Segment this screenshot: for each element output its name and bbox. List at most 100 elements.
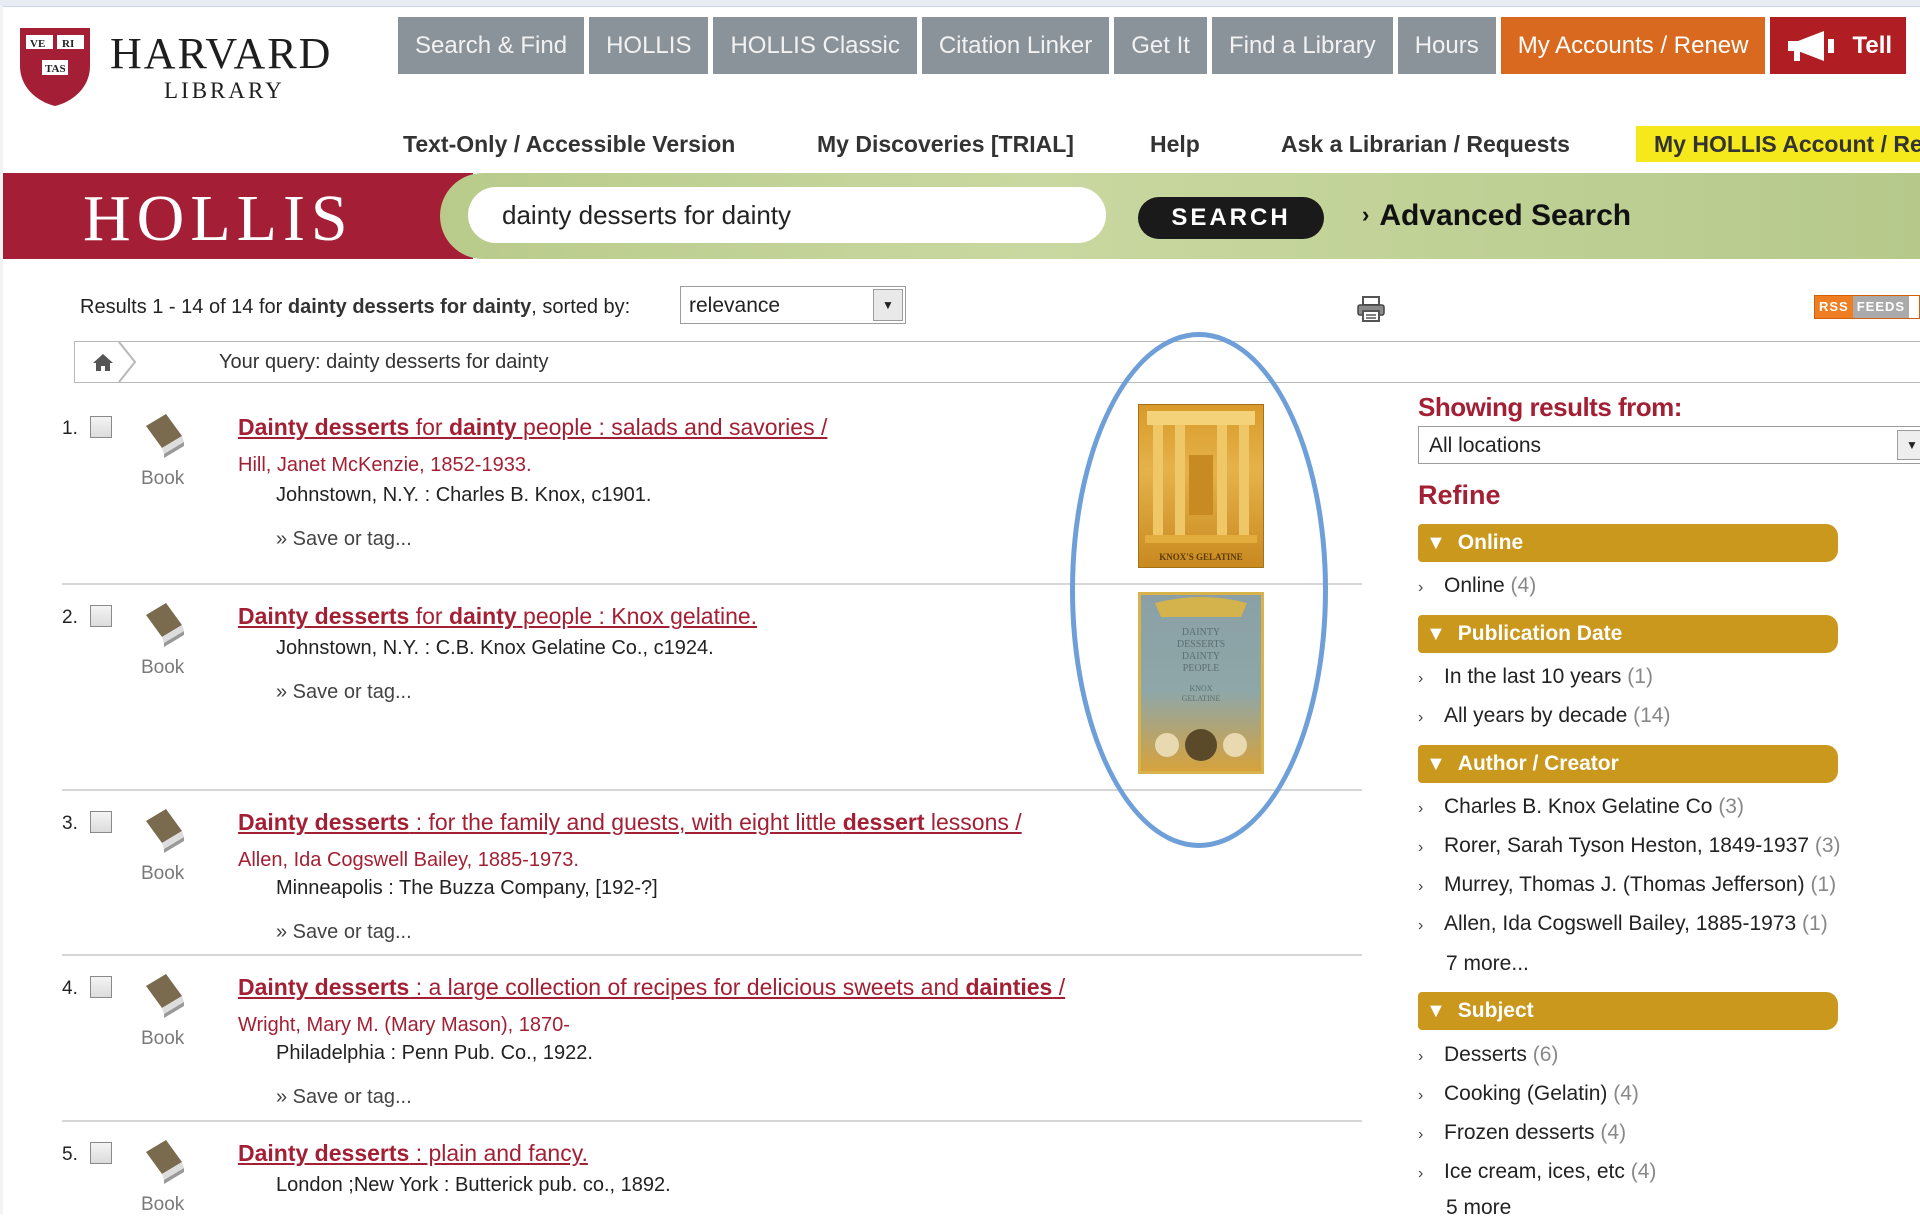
location-select[interactable]: All locations ▼ [1418,426,1920,464]
title-highlight-term: dessert [842,809,925,835]
results-summary-suffix: , sorted by: [531,296,631,318]
nav-get-it[interactable]: Get It [1114,17,1207,74]
select-checkbox[interactable] [90,416,112,438]
result-publication: Johnstown, N.Y. : Charles B. Knox, c1901… [276,484,652,506]
facet-item-author-2[interactable]: › Rorer, Sarah Tyson Heston, 1849-1937 (3… [1418,834,1841,858]
facet-more-subjects[interactable]: 5 more [1446,1196,1511,1220]
facet-item-count: (1) [1802,912,1828,935]
chevron-right-icon: › [1418,839,1424,856]
facet-item-author-1[interactable]: › Charles B. Knox Gelatine Co (3) [1418,795,1744,819]
facet-item-subject-3[interactable]: › Frozen desserts (4) [1418,1121,1626,1145]
facet-item-count: (1) [1810,873,1837,896]
nav-citation-linker[interactable]: Citation Linker [921,17,1110,74]
nav-hollis-classic[interactable]: HOLLIS Classic [713,17,917,74]
format-label: Book [141,468,185,489]
title-highlight-term: Dainty desserts [238,1140,410,1166]
result-title-link[interactable]: Dainty desserts : plain and fancy. [238,1140,588,1167]
chevron-right-icon: › [1418,878,1424,895]
chevron-right-icon: › [1418,1165,1424,1182]
format-label: Book [141,1194,185,1215]
dropdown-arrow-icon[interactable]: ▼ [1897,430,1920,460]
save-or-tag-link[interactable]: » Save or tag... [276,1086,412,1109]
save-or-tag-link[interactable]: » Save or tag... [276,921,412,944]
nav-search-find[interactable]: Search & Find [398,17,585,74]
result-author-link[interactable]: Hill, Janet McKenzie, 1852-1933. [238,454,532,477]
facet-item-all-years-by-decade[interactable]: › All years by decade (14) [1418,704,1670,728]
facet-header-author-creator[interactable]: ▼ Author / Creator [1418,745,1838,783]
nav-hours[interactable]: Hours [1397,17,1496,74]
select-checkbox[interactable] [90,605,112,627]
result-number: 3. [62,813,78,834]
nav-tell-us[interactable]: Tell [1770,17,1907,74]
refine-title: Refine [1418,480,1501,510]
title-text: people : Knox gelatine. [516,603,758,629]
facet-item-label: Desserts [1444,1043,1527,1066]
facet-item-subject-4[interactable]: › Ice cream, ices, etc (4) [1418,1160,1656,1184]
save-or-tag-link[interactable]: » Save or tag... [276,681,412,704]
result-author-link[interactable]: Wright, Mary M. (Mary Mason), 1870- [238,1014,570,1037]
facet-header-subject[interactable]: ▼ Subject [1418,992,1838,1030]
facet-item-subject-2[interactable]: › Cooking (Gelatin) (4) [1418,1082,1639,1106]
rss-feeds-badge[interactable]: RSS FEEDS [1814,295,1920,319]
facet-header-online[interactable]: ▼ Online [1418,524,1838,562]
result-number: 5. [62,1144,78,1165]
showing-results-from-title: Showing results from: [1418,392,1682,422]
result-separator [62,954,1362,956]
facet-header-label: Online [1457,531,1524,554]
result-title-link[interactable]: Dainty desserts for dainty people : sala… [238,414,827,441]
advanced-search-link[interactable]: › Advanced Search [1362,199,1631,233]
result-title-link[interactable]: Dainty desserts : a large collection of … [238,974,1065,1001]
link-text-only-version[interactable]: Text-Only / Accessible Version [403,131,735,158]
nav-hollis[interactable]: HOLLIS [589,17,709,74]
result-author-link[interactable]: Allen, Ida Cogswell Bailey, 1885-1973. [238,849,579,872]
results-summary: Results 1 - 14 of 14 for dainty desserts… [80,296,630,319]
facet-item-label: Frozen desserts [1444,1121,1595,1144]
link-help[interactable]: Help [1150,131,1200,158]
facet-item-author-3[interactable]: › Murrey, Thomas J. (Thomas Jefferson) (1… [1418,873,1836,897]
nav-my-accounts-renew[interactable]: My Accounts / Renew [1500,17,1766,74]
select-checkbox[interactable] [90,1142,112,1164]
nav-find-a-library[interactable]: Find a Library [1211,17,1393,74]
result-title-link[interactable]: Dainty desserts : for the family and gue… [238,809,1022,836]
facet-item-label: Allen, Ida Cogswell Bailey, 1885-1973 [1444,912,1797,935]
save-or-tag-link[interactable]: » Save or tag... [276,528,412,551]
facet-item-subject-1[interactable]: › Desserts (6) [1418,1043,1558,1067]
result-title-link[interactable]: Dainty desserts for dainty people : Knox… [238,603,757,630]
title-highlight-term: dainties [965,974,1053,1000]
facet-item-online[interactable]: › Online (4) [1418,574,1536,598]
search-button[interactable]: SEARCH [1138,197,1324,239]
feeds-label: FEEDS [1852,296,1910,318]
sort-select[interactable]: relevance ▼ [680,286,906,324]
link-ask-a-librarian[interactable]: Ask a Librarian / Requests [1281,131,1570,158]
home-icon[interactable] [75,342,143,382]
facet-header-label: Publication Date [1457,622,1623,645]
triangle-down-icon: ▼ [1426,999,1446,1022]
rss-label: RSS [1815,296,1853,318]
title-highlight-term: dainty [448,414,517,440]
shield-text-tas: TAS [45,63,66,75]
select-checkbox[interactable] [90,811,112,833]
facet-item-label: Murrey, Thomas J. (Thomas Jefferson) [1444,873,1805,896]
triangle-down-icon: ▼ [1426,531,1446,554]
chevron-right-icon: › [1362,202,1370,227]
result-number: 1. [62,418,78,439]
top-navigation: Search & Find HOLLIS HOLLIS Classic Cita… [398,17,1907,74]
facet-header-publication-date[interactable]: ▼ Publication Date [1418,615,1838,653]
search-input[interactable] [468,187,1106,243]
link-my-hollis-account[interactable]: My HOLLIS Account / Re [1636,126,1920,162]
chevron-right-icon: › [1418,800,1424,817]
printer-icon[interactable] [1357,296,1385,322]
dropdown-arrow-icon[interactable]: ▼ [873,289,903,321]
facet-more-authors[interactable]: 7 more... [1446,952,1529,976]
annotation-ellipse [1070,332,1328,848]
chevron-right-icon: › [1418,917,1424,934]
format-label: Book [141,1028,185,1049]
link-my-discoveries[interactable]: My Discoveries [TRIAL] [817,131,1074,158]
facet-item-author-4[interactable]: › Allen, Ida Cogswell Bailey, 1885-1973 (… [1418,912,1828,936]
hollis-logo[interactable]: HOLLIS [83,181,354,257]
book-icon [146,603,184,647]
megaphone-icon [1788,30,1835,61]
facet-item-count: (4) [1630,1160,1657,1183]
select-checkbox[interactable] [90,976,112,998]
facet-item-last-10-years[interactable]: › In the last 10 years (1) [1418,665,1653,689]
